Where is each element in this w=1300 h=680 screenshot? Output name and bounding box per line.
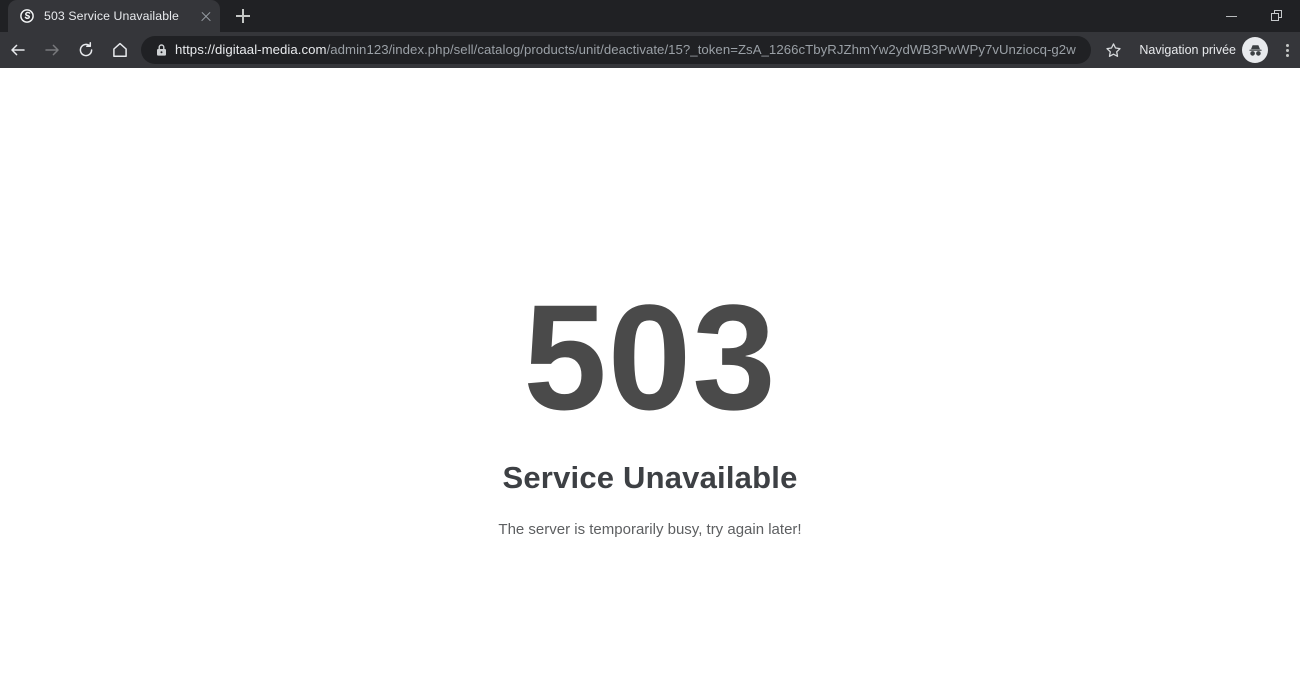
menu-dot: [1285, 48, 1289, 52]
error-page: 503 Service Unavailable The server is te…: [0, 68, 1300, 541]
omnibox[interactable]: https://digitaal-media.com/admin123/inde…: [141, 36, 1092, 64]
browser-window: 503 Service Unavailable https://digitaal…: [0, 0, 1300, 680]
close-icon[interactable]: [195, 5, 217, 27]
url-path: /admin123/index.php/sell/catalog/product…: [326, 42, 1076, 57]
window-controls: [1208, 0, 1300, 32]
restore-button[interactable]: [1254, 0, 1300, 32]
url-host: https://digitaal-media.com: [175, 42, 327, 57]
error-code: 503: [523, 273, 777, 441]
tab-strip: 503 Service Unavailable: [0, 0, 1300, 32]
error-message: The server is temporarily busy, try agai…: [498, 521, 802, 538]
chrome-menu-button[interactable]: [1274, 36, 1300, 64]
menu-dot: [1285, 43, 1289, 47]
menu-dot: [1285, 53, 1289, 57]
back-button[interactable]: [4, 36, 32, 64]
browser-toolbar: https://digitaal-media.com/admin123/inde…: [0, 32, 1300, 68]
reload-button[interactable]: [72, 36, 100, 64]
profile-label: Navigation privée: [1139, 43, 1236, 57]
globe-icon: [19, 8, 35, 24]
lock-icon[interactable]: [147, 43, 175, 57]
error-title: Service Unavailable: [502, 460, 798, 495]
address-bar-text[interactable]: https://digitaal-media.com/admin123/inde…: [175, 36, 1087, 64]
page-viewport: 503 Service Unavailable The server is te…: [0, 68, 1300, 680]
browser-tab-active[interactable]: 503 Service Unavailable: [8, 0, 220, 32]
reload-icon: [77, 41, 95, 59]
minimize-icon: [1225, 16, 1237, 18]
forward-button[interactable]: [38, 36, 66, 64]
tab-title: 503 Service Unavailable: [44, 9, 179, 23]
new-tab-button[interactable]: [229, 2, 257, 30]
arrow-left-icon: [9, 41, 27, 59]
arrow-right-icon: [43, 41, 61, 59]
home-icon: [111, 41, 129, 59]
bookmark-star-icon[interactable]: [1099, 36, 1127, 64]
profile-chip[interactable]: Navigation privée: [1129, 36, 1272, 64]
minimize-button[interactable]: [1208, 0, 1254, 32]
restore-icon-front: [1271, 12, 1279, 21]
incognito-avatar-icon: [1242, 37, 1268, 63]
home-button[interactable]: [106, 36, 134, 64]
